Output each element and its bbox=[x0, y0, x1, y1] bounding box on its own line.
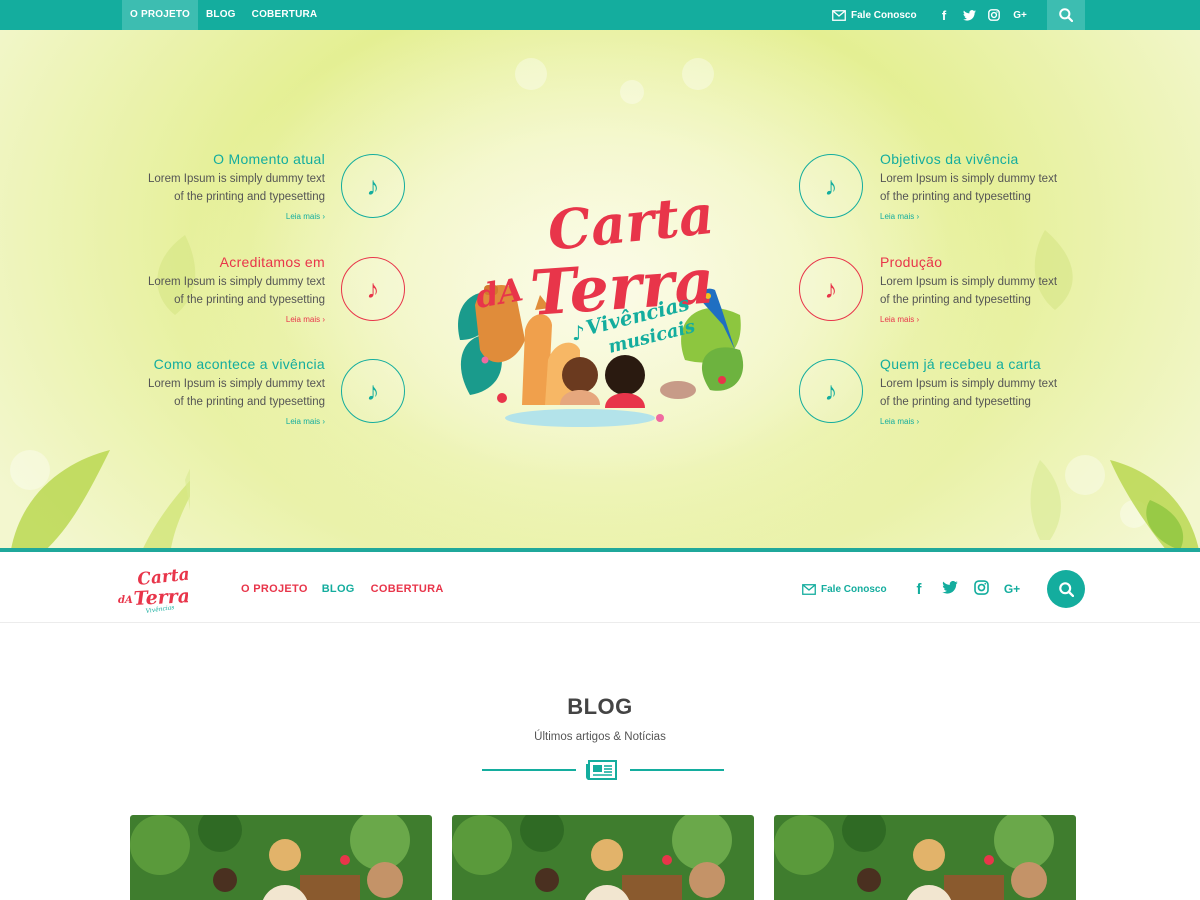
nav-blog[interactable]: BLOG bbox=[322, 583, 355, 595]
feature-text: Lorem Ipsum is simply dummy text of the p… bbox=[880, 276, 1058, 306]
read-more-link[interactable]: Leia mais › bbox=[880, 212, 919, 221]
top-social: f G+ bbox=[934, 0, 1036, 30]
feature-o-momento-atual: O Momento atual Lorem Ipsum is simply du… bbox=[25, 150, 325, 224]
svg-text:dA: dA bbox=[118, 595, 133, 606]
google-plus-icon[interactable]: G+ bbox=[1009, 10, 1031, 21]
newspaper-icon bbox=[586, 760, 617, 780]
logo-note-icon: ♪ bbox=[572, 321, 585, 345]
top-bar: O PROJETO BLOG COBERTURA Fale Conosco f … bbox=[0, 0, 1200, 30]
top-nav-blog[interactable]: BLOG bbox=[198, 0, 244, 30]
divider-line bbox=[482, 769, 576, 771]
nav-o-projeto[interactable]: O PROJETO bbox=[241, 583, 308, 595]
feature-text: Lorem Ipsum is simply dummy text of the p… bbox=[880, 378, 1058, 408]
nav-social: f G+ bbox=[908, 555, 1032, 623]
blog-post-card[interactable] bbox=[130, 815, 432, 900]
top-search-button[interactable] bbox=[1047, 0, 1085, 30]
feature-title: O Momento atual bbox=[213, 151, 325, 167]
divider-line bbox=[630, 769, 724, 771]
feature-text: Lorem Ipsum is simply dummy text of the p… bbox=[147, 276, 325, 306]
carta-da-terra-logo: Carta dA Terra Vivências musicais ♪ bbox=[458, 190, 744, 427]
main-navbar: Carta dA Terra Vivências O PROJETO BLOG … bbox=[0, 555, 1200, 623]
feature-title: Como acontece a vivência bbox=[153, 356, 325, 372]
read-more-link[interactable]: Leia mais › bbox=[880, 417, 919, 426]
hero-section: O Momento atual Lorem Ipsum is simply du… bbox=[0, 30, 1200, 552]
feature-title: Produção bbox=[880, 254, 943, 270]
facebook-icon[interactable]: f bbox=[934, 8, 954, 23]
feature-title: Acreditamos em bbox=[219, 254, 325, 270]
music-note-icon[interactable]: ♪ bbox=[341, 359, 405, 423]
top-nav-cobertura[interactable]: COBERTURA bbox=[244, 0, 326, 30]
read-more-link[interactable]: Leia mais › bbox=[286, 212, 325, 221]
leaf-decoration-right bbox=[1030, 460, 1200, 552]
feature-text: Lorem Ipsum is simply dummy text of the p… bbox=[147, 173, 325, 203]
decor-circle bbox=[620, 80, 644, 104]
instagram-icon[interactable] bbox=[970, 579, 992, 599]
decor-circle bbox=[515, 58, 547, 90]
music-note-icon[interactable]: ♪ bbox=[799, 154, 863, 218]
instagram-icon[interactable] bbox=[984, 9, 1004, 21]
blog-post-image bbox=[452, 815, 754, 900]
nav-contact-link[interactable]: Fale Conosco bbox=[802, 555, 887, 623]
feature-producao: Produção Lorem Ipsum is simply dummy tex… bbox=[880, 253, 1180, 327]
top-contact-link[interactable]: Fale Conosco bbox=[832, 0, 917, 30]
nav-cobertura[interactable]: COBERTURA bbox=[371, 583, 444, 595]
read-more-link[interactable]: Leia mais › bbox=[286, 417, 325, 426]
blog-section-subtitle: Últimos artigos & Notícias bbox=[534, 731, 666, 743]
blog-post-image bbox=[774, 815, 1076, 900]
search-icon bbox=[1059, 8, 1073, 22]
nav-contact-label: Fale Conosco bbox=[821, 583, 887, 595]
blog-post-image bbox=[130, 815, 432, 900]
feature-title: Quem já recebeu a carta bbox=[880, 356, 1041, 372]
music-note-icon[interactable]: ♪ bbox=[341, 154, 405, 218]
feature-text: Lorem Ipsum is simply dummy text of the p… bbox=[880, 173, 1058, 203]
twitter-icon[interactable] bbox=[959, 9, 979, 21]
music-note-icon[interactable]: ♪ bbox=[799, 257, 863, 321]
top-nav: O PROJETO BLOG COBERTURA bbox=[122, 0, 325, 30]
music-note-icon[interactable]: ♪ bbox=[341, 257, 405, 321]
nav-search-button[interactable] bbox=[1047, 570, 1085, 608]
music-note-icon[interactable]: ♪ bbox=[799, 359, 863, 423]
feature-title: Objetivos da vivência bbox=[880, 151, 1019, 167]
site-logo[interactable]: Carta dA Terra Vivências bbox=[116, 565, 188, 615]
read-more-link[interactable]: Leia mais › bbox=[286, 315, 325, 324]
feature-objetivos: Objetivos da vivência Lorem Ipsum is sim… bbox=[880, 150, 1180, 224]
feature-text: Lorem Ipsum is simply dummy text of the p… bbox=[147, 378, 325, 408]
main-nav-links: O PROJETO BLOG COBERTURA bbox=[241, 555, 458, 623]
feature-acreditamos-em: Acreditamos em Lorem Ipsum is simply dum… bbox=[25, 253, 325, 327]
blog-post-card[interactable] bbox=[774, 815, 1076, 900]
blog-section-title: BLOG bbox=[567, 694, 633, 719]
blog-post-card[interactable] bbox=[452, 815, 754, 900]
twitter-icon[interactable] bbox=[939, 580, 961, 598]
mail-icon bbox=[802, 583, 816, 595]
top-contact-label: Fale Conosco bbox=[851, 9, 917, 21]
logo-text-da: dA bbox=[473, 270, 526, 316]
mail-icon bbox=[832, 9, 846, 21]
facebook-icon[interactable]: f bbox=[908, 581, 930, 598]
section-divider bbox=[482, 758, 724, 782]
search-icon bbox=[1058, 581, 1074, 597]
feature-como-acontece: Como acontece a vivência Lorem Ipsum is … bbox=[25, 355, 325, 429]
feature-quem-ja-recebeu: Quem já recebeu a carta Lorem Ipsum is s… bbox=[880, 355, 1180, 429]
google-plus-icon[interactable]: G+ bbox=[1001, 582, 1023, 596]
read-more-link[interactable]: Leia mais › bbox=[880, 315, 919, 324]
decor-circle bbox=[682, 58, 714, 90]
hero-bottom-border bbox=[0, 548, 1200, 552]
leaf-decoration-left bbox=[10, 450, 190, 552]
top-nav-o-projeto[interactable]: O PROJETO bbox=[122, 0, 198, 30]
